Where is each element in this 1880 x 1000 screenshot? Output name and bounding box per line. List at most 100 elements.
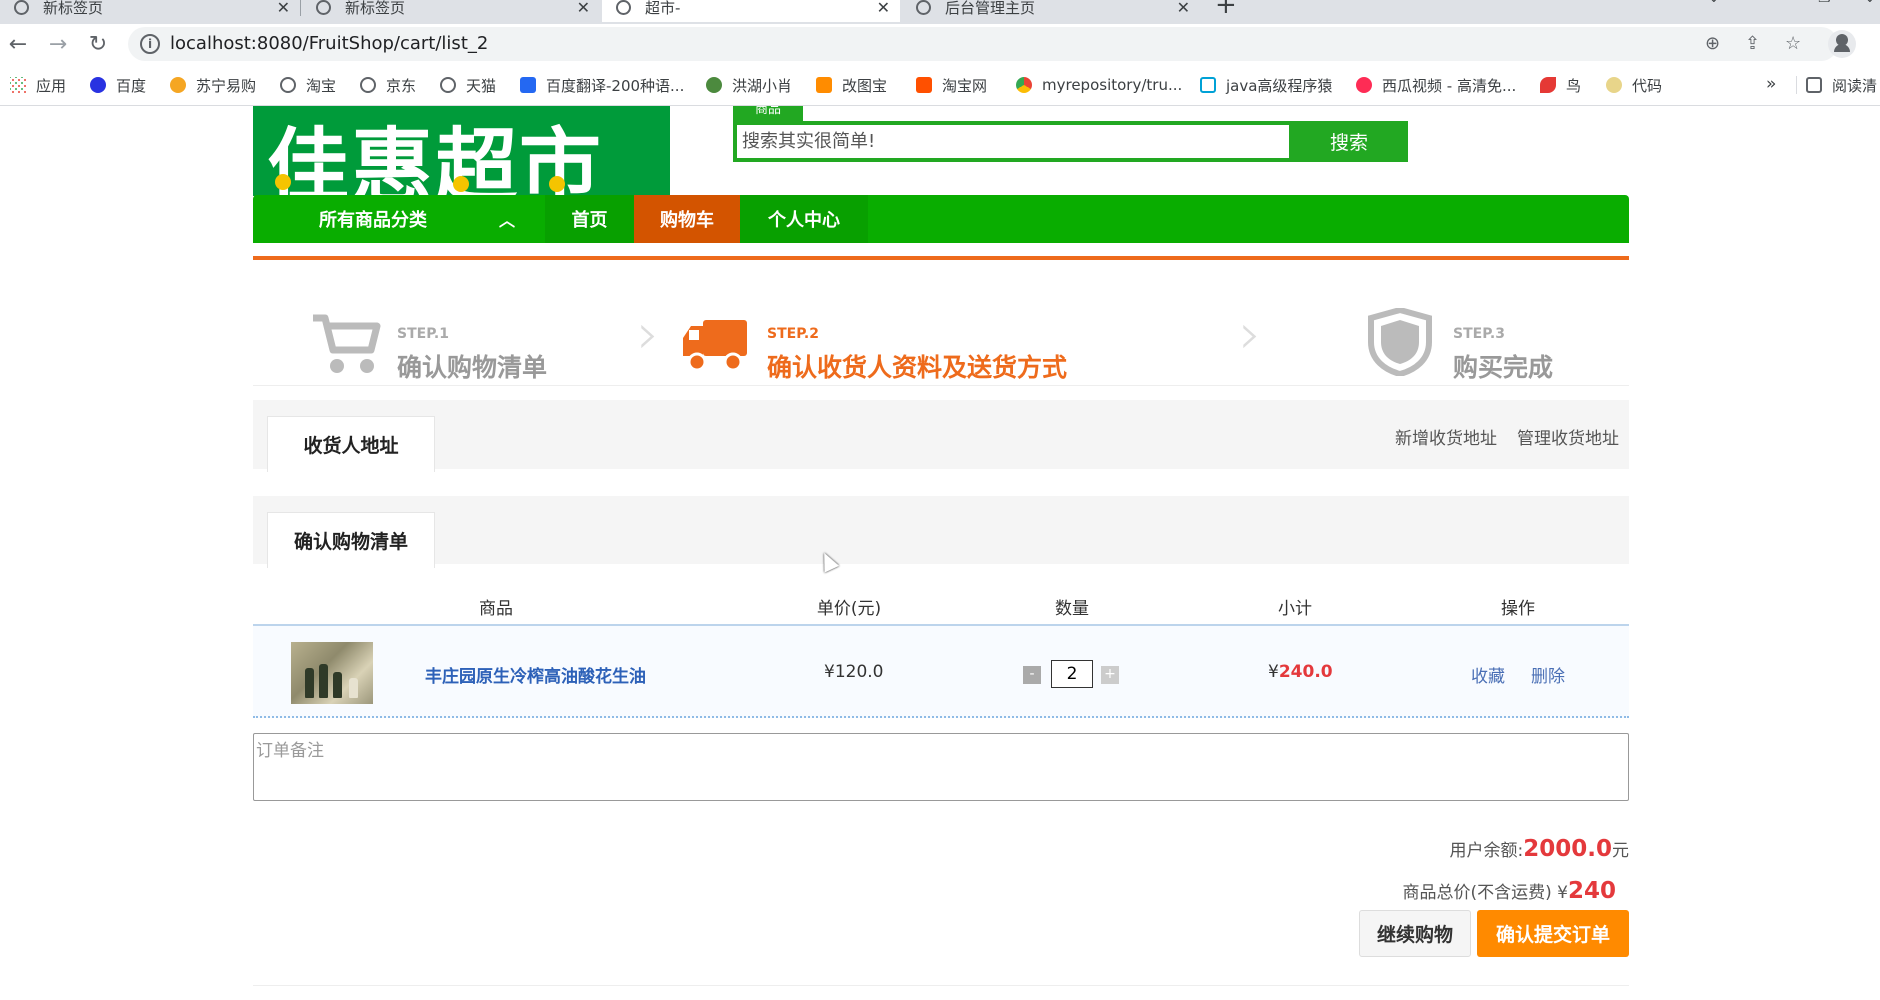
nav-home[interactable]: 首页	[545, 195, 634, 243]
bookmark-item[interactable]: 洪湖小肖	[706, 74, 792, 96]
close-icon[interactable]: ✕	[877, 0, 890, 17]
manage-address-link[interactable]: 管理收货地址	[1517, 424, 1619, 449]
gaitubao-icon	[816, 77, 832, 93]
baidu-icon	[90, 77, 106, 93]
bookmark-item[interactable]: 应用	[10, 74, 66, 96]
col-actions: 操作	[1501, 599, 1535, 619]
cart-table-header: 商品 单价(元) 数量 小计 操作	[253, 586, 1629, 626]
col-price: 单价(元)	[816, 599, 882, 619]
quantity-minus-button[interactable]: -	[1023, 666, 1041, 684]
bookmark-item[interactable]: java高级程序猿	[1200, 74, 1332, 96]
bookmark-item[interactable]: 代码	[1606, 74, 1662, 96]
nav-user-center[interactable]: 个人中心	[740, 195, 868, 243]
bookmark-item[interactable]: 西瓜视频 - 高清免...	[1356, 74, 1516, 96]
zoom-icon[interactable]: ⊕	[1705, 33, 1720, 54]
tab-list-icon[interactable]: ⌄	[1864, 0, 1876, 6]
site-info-icon[interactable]: i	[140, 34, 160, 54]
step-title: 购买完成	[1453, 353, 1554, 382]
bookmark-star-icon[interactable]: ☆	[1785, 33, 1801, 54]
bookmark-item[interactable]: 百度翻译-200种语...	[520, 74, 684, 96]
quantity-input[interactable]	[1051, 660, 1093, 688]
bookmark-item[interactable]: 京东	[360, 74, 416, 96]
browser-tab[interactable]: 新标签页 ✕	[302, 0, 600, 22]
bookmark-item[interactable]: 淘宝网	[916, 74, 987, 96]
nav-cart[interactable]: 购物车	[634, 195, 740, 243]
step-label: STEP.2	[767, 326, 819, 342]
favorite-link[interactable]: 收藏	[1471, 662, 1505, 687]
bookmark-item[interactable]: 改图宝	[816, 74, 887, 96]
row-subtotal: ¥240.0	[1268, 662, 1333, 682]
add-address-link[interactable]: 新增收货地址	[1395, 424, 1497, 449]
xigua-icon	[1356, 77, 1372, 93]
reload-icon[interactable]: ↻	[84, 30, 112, 58]
restore-window-icon[interactable]: ❐	[1818, 0, 1831, 6]
search-button[interactable]: 搜索	[1290, 121, 1408, 162]
chrome-icon	[1016, 77, 1032, 93]
bird-red-icon	[1540, 77, 1556, 93]
truck-icon	[683, 320, 747, 372]
bookmark-item[interactable]: 苏宁易购	[170, 74, 256, 96]
step-3: STEP.3 购买完成	[1367, 288, 1627, 382]
delete-link[interactable]: 删除	[1531, 662, 1565, 687]
step-label: STEP.3	[1453, 326, 1505, 342]
step-label: STEP.1	[397, 326, 449, 342]
suning-icon	[170, 77, 186, 93]
bookmark-item[interactable]: 淘宝	[280, 74, 336, 96]
taobao-icon	[916, 77, 932, 93]
address-bar[interactable]: i localhost:8080/FruitShop/cart/list_2 ⊕…	[128, 27, 1838, 61]
globe-icon	[616, 0, 631, 15]
bookmark-item[interactable]: 天猫	[440, 74, 496, 96]
user-balance: 用户余额:2000.0元	[1449, 836, 1630, 862]
quantity-plus-button[interactable]: +	[1101, 666, 1119, 684]
globe-icon	[360, 77, 376, 93]
close-icon[interactable]: ✕	[577, 0, 590, 17]
order-total: 商品总价(不含运费) ¥240	[1402, 878, 1616, 904]
chevron-up-icon: ︿	[498, 211, 515, 230]
site-logo[interactable]: 佳惠超市	[253, 106, 670, 196]
browser-tab[interactable]: 后台管理主页 ✕	[902, 0, 1200, 22]
back-icon[interactable]: ←	[4, 30, 32, 58]
logo-dot	[549, 176, 565, 192]
globe-icon	[316, 0, 331, 15]
apps-icon	[10, 77, 26, 93]
translate-icon	[520, 77, 536, 93]
close-icon[interactable]: ✕	[1177, 0, 1190, 17]
bookmark-item[interactable]: 百度	[90, 74, 146, 96]
new-tab-icon[interactable]: +	[1215, 0, 1237, 20]
bookmark-item[interactable]: myrepository/tru...	[1016, 74, 1182, 96]
forward-icon[interactable]: →	[44, 30, 72, 58]
product-image[interactable]	[291, 642, 373, 704]
bilibili-icon	[1200, 77, 1216, 93]
cart-panel: 确认购物清单	[253, 496, 1629, 568]
reading-list[interactable]: 阅读清	[1806, 74, 1877, 96]
step-2: STEP.2 确认收货人资料及送货方式	[681, 288, 1221, 382]
browser-tab-active[interactable]: 超市- ✕	[602, 0, 900, 22]
url-text[interactable]: localhost:8080/FruitShop/cart/list_2	[170, 33, 488, 54]
logo-dot	[275, 174, 291, 190]
share-icon[interactable]: ⇪	[1745, 33, 1760, 54]
tab-title: 超市-	[645, 0, 681, 17]
main-nav: 所有商品分类 ︿ 首页 购物车 个人中心	[253, 195, 1629, 243]
address-tab[interactable]: 收货人地址	[267, 416, 435, 472]
tab-title: 新标签页	[43, 0, 104, 17]
all-categories-menu[interactable]: 所有商品分类 ︿	[253, 195, 545, 243]
tab-search-icon[interactable]: ⌄	[1708, 0, 1720, 6]
continue-shopping-button[interactable]: 继续购物	[1359, 910, 1471, 957]
cart-list-tab[interactable]: 确认购物清单	[267, 512, 435, 568]
col-quantity: 数量	[1055, 599, 1089, 619]
search-category-tab[interactable]: 商品	[733, 106, 803, 122]
globe-icon	[280, 77, 296, 93]
submit-order-button[interactable]: 确认提交订单	[1477, 910, 1629, 957]
code-icon	[1606, 77, 1622, 93]
step-1: STEP.1 确认购物清单	[311, 288, 591, 382]
product-name-link[interactable]: 丰庄园原生冷榨高油酸花生油	[425, 662, 646, 687]
search-input[interactable]	[737, 125, 1289, 158]
bookmarks-more-icon[interactable]: »	[1766, 74, 1776, 94]
browser-tab[interactable]: 新标签页 ✕	[0, 0, 300, 22]
order-remark-field[interactable]	[253, 733, 1629, 801]
bookmark-item[interactable]: 鸟	[1540, 74, 1581, 96]
profile-avatar-icon[interactable]	[1828, 30, 1856, 58]
close-icon[interactable]: ✕	[277, 0, 290, 17]
globe-icon	[916, 0, 931, 15]
globe-icon	[440, 77, 456, 93]
